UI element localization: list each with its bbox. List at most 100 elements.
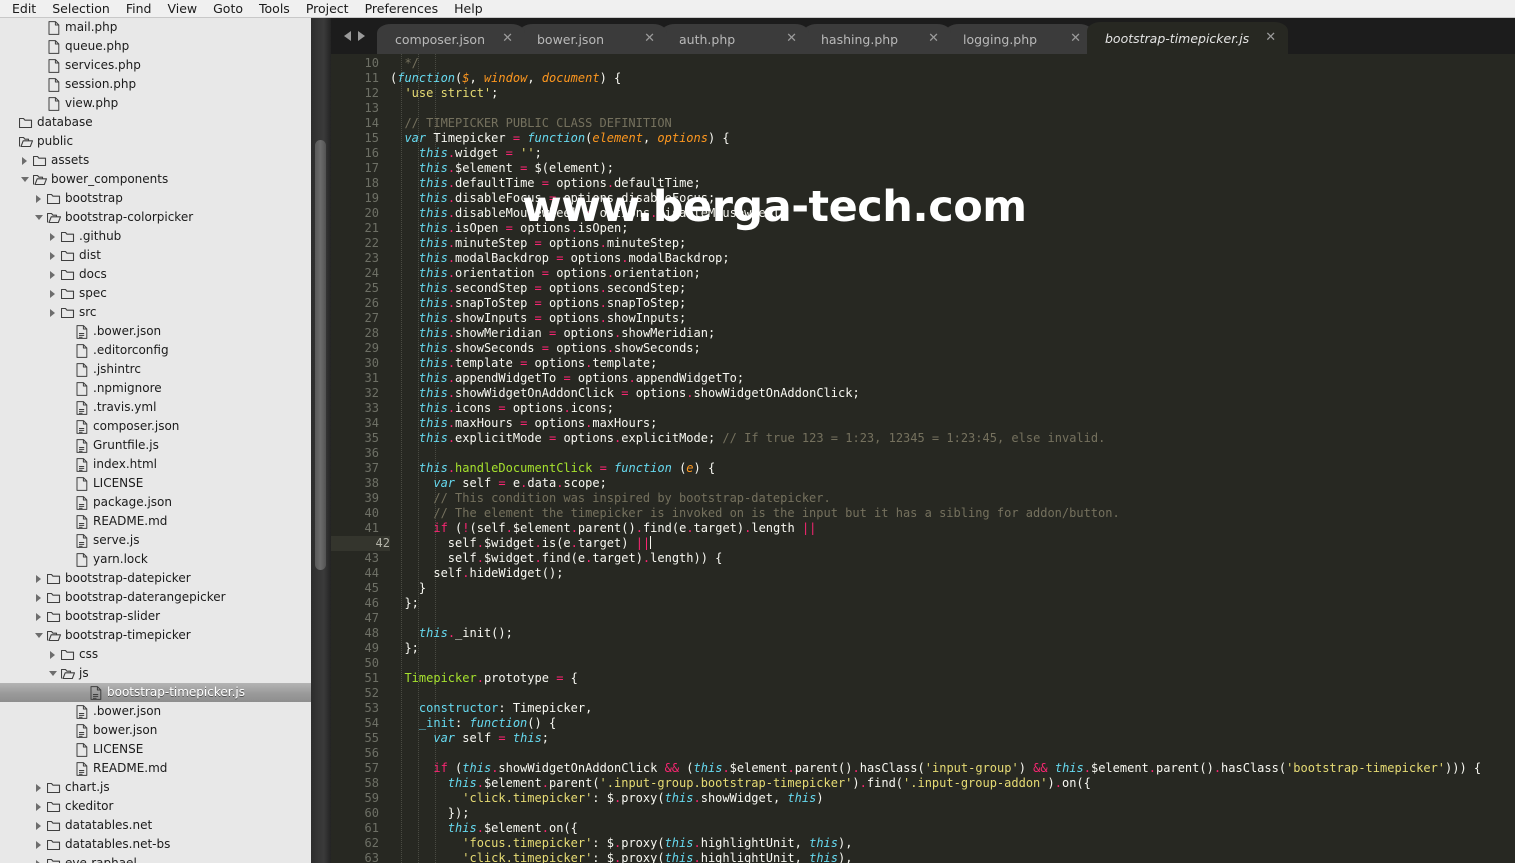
chevron-right-icon[interactable] — [46, 303, 59, 322]
tab-close-icon[interactable]: ✕ — [1263, 31, 1278, 44]
file-tree-item[interactable]: LICENSE — [0, 474, 311, 493]
code-line[interactable]: this.icons = options.icons; — [390, 401, 614, 416]
file-tree-item[interactable]: .travis.yml — [0, 398, 311, 417]
code-line[interactable]: Timepicker.prototype = { — [390, 671, 577, 686]
chevron-right-icon[interactable] — [32, 607, 45, 626]
file-tree-item[interactable]: bootstrap-colorpicker — [0, 208, 311, 227]
code-line[interactable]: 'click.timepicker': $.proxy(this.highlig… — [390, 851, 852, 863]
file-tree-item[interactable]: bower_components — [0, 170, 311, 189]
menu-item-selection[interactable]: Selection — [44, 0, 118, 18]
menu-item-find[interactable]: Find — [118, 0, 160, 18]
code-line[interactable]: }; — [390, 596, 418, 611]
code-line[interactable]: this.disableMousewheel = options.disable… — [390, 206, 788, 221]
editor-tab[interactable]: bower.json ✕ — [519, 24, 667, 54]
code-line[interactable]: }); — [390, 806, 470, 821]
editor-tab-active[interactable]: bootstrap-timepicker.js ✕ — [1087, 22, 1289, 54]
file-tree-item[interactable]: spec — [0, 284, 311, 303]
code-line[interactable]: this.handleDocumentClick = function (e) … — [390, 461, 715, 476]
editor-tab[interactable]: composer.json ✕ — [377, 24, 525, 54]
code-line[interactable]: 'focus.timepicker': $.proxy(this.highlig… — [390, 836, 852, 851]
sidebar-file-tree[interactable]: mail.php queue.php services.php session.php… — [0, 18, 311, 863]
chevron-right-icon[interactable] — [46, 284, 59, 303]
file-tree-item[interactable]: database — [0, 113, 311, 132]
code-line[interactable]: var self = this; — [390, 731, 549, 746]
tab-prev-arrow-icon[interactable] — [344, 31, 351, 41]
code-line[interactable]: this.showSeconds = options.showSeconds; — [390, 341, 701, 356]
file-tree-item[interactable]: js — [0, 664, 311, 683]
tab-close-icon[interactable]: ✕ — [1068, 32, 1083, 45]
code-line[interactable]: self.hideWidget(); — [390, 566, 563, 581]
code-line[interactable]: this.isOpen = options.isOpen; — [390, 221, 629, 236]
menu-item-goto[interactable]: Goto — [205, 0, 251, 18]
code-line[interactable]: this.widget = ''; — [390, 146, 542, 161]
file-tree-item[interactable]: css — [0, 645, 311, 664]
file-tree-item[interactable]: datatables.net — [0, 816, 311, 835]
code-line[interactable]: this._init(); — [390, 626, 513, 641]
chevron-down-icon[interactable] — [46, 664, 59, 683]
tab-nav-arrows[interactable] — [331, 18, 377, 54]
file-tree-item[interactable]: composer.json — [0, 417, 311, 436]
code-line[interactable]: }; — [390, 641, 418, 656]
menu-item-preferences[interactable]: Preferences — [357, 0, 447, 18]
file-tree-item[interactable]: mail.php — [0, 18, 311, 37]
chevron-right-icon[interactable] — [46, 265, 59, 284]
tab-close-icon[interactable]: ✕ — [926, 32, 941, 45]
code-line[interactable]: */ — [390, 56, 418, 71]
code-line[interactable]: (function($, window, document) { — [390, 71, 621, 86]
code-line[interactable]: } — [390, 581, 426, 596]
file-tree-item[interactable]: view.php — [0, 94, 311, 113]
file-tree-item[interactable]: serve.js — [0, 531, 311, 550]
file-tree-item[interactable]: .jshintrc — [0, 360, 311, 379]
file-tree-item[interactable]: LICENSE — [0, 740, 311, 759]
code-line[interactable]: this.maxHours = options.maxHours; — [390, 416, 657, 431]
sidebar-scrollbar-track[interactable] — [311, 18, 331, 863]
code-line[interactable]: this.template = options.template; — [390, 356, 657, 371]
code-line[interactable]: this.$element = $(element); — [390, 161, 614, 176]
tab-close-icon[interactable]: ✕ — [642, 32, 657, 45]
file-tree-item[interactable]: README.md — [0, 512, 311, 531]
chevron-right-icon[interactable] — [18, 151, 31, 170]
code-line[interactable]: this.secondStep = options.secondStep; — [390, 281, 686, 296]
code-line[interactable]: if (this.showWidgetOnAddonClick && (this… — [390, 761, 1481, 776]
chevron-down-icon[interactable] — [18, 170, 31, 189]
file-tree-item[interactable]: index.html — [0, 455, 311, 474]
code-line[interactable]: self.$widget.find(e.target).length)) { — [390, 551, 723, 566]
code-line[interactable]: this.orientation = options.orientation; — [390, 266, 701, 281]
menu-item-help[interactable]: Help — [446, 0, 491, 18]
chevron-right-icon[interactable] — [32, 816, 45, 835]
code-editor[interactable]: 10 11 12 13 14 15 16 17 18 19 20 21 22 23 24 25 26 27 28 29… — [331, 54, 1515, 863]
chevron-right-icon[interactable] — [46, 645, 59, 664]
code-line[interactable]: 'click.timepicker': $.proxy(this.showWid… — [390, 791, 823, 806]
file-tree-item[interactable]: bootstrap-datepicker — [0, 569, 311, 588]
code-line[interactable]: self.$widget.is(e.target) || — [390, 536, 652, 551]
code-line[interactable]: this.snapToStep = options.snapToStep; — [390, 296, 686, 311]
file-tree-item[interactable]: bootstrap — [0, 189, 311, 208]
code-line[interactable]: _init: function() { — [390, 716, 556, 731]
file-tree-item[interactable]: datatables.net-bs — [0, 835, 311, 854]
file-tree-item[interactable]: dist — [0, 246, 311, 265]
code-line[interactable]: this.explicitMode = options.explicitMode… — [390, 431, 1105, 446]
file-tree-item[interactable]: Gruntfile.js — [0, 436, 311, 455]
menu-item-project[interactable]: Project — [298, 0, 357, 18]
code-line[interactable]: this.defaultTime = options.defaultTime; — [390, 176, 701, 191]
file-tree-item[interactable]: README.md — [0, 759, 311, 778]
file-tree-item[interactable]: package.json — [0, 493, 311, 512]
file-tree-item[interactable]: queue.php — [0, 37, 311, 56]
chevron-right-icon[interactable] — [46, 246, 59, 265]
file-tree-item[interactable]: docs — [0, 265, 311, 284]
file-tree-item[interactable]: bower.json — [0, 721, 311, 740]
file-tree-item[interactable]: .github — [0, 227, 311, 246]
editor-tab[interactable]: auth.php ✕ — [661, 24, 809, 54]
file-tree-item[interactable]: .bower.json — [0, 702, 311, 721]
file-tree-item[interactable]: eve-raphael — [0, 854, 311, 863]
file-tree-item[interactable]: public — [0, 132, 311, 151]
menu-item-tools[interactable]: Tools — [251, 0, 298, 18]
code-line[interactable]: constructor: Timepicker, — [390, 701, 592, 716]
file-tree-item[interactable]: bootstrap-daterangepicker — [0, 588, 311, 607]
chevron-right-icon[interactable] — [32, 854, 45, 863]
code-line[interactable]: this.showMeridian = options.showMeridian… — [390, 326, 715, 341]
file-tree-item[interactable]: session.php — [0, 75, 311, 94]
chevron-right-icon[interactable] — [32, 797, 45, 816]
file-tree-item[interactable]: chart.js — [0, 778, 311, 797]
chevron-right-icon[interactable] — [32, 189, 45, 208]
